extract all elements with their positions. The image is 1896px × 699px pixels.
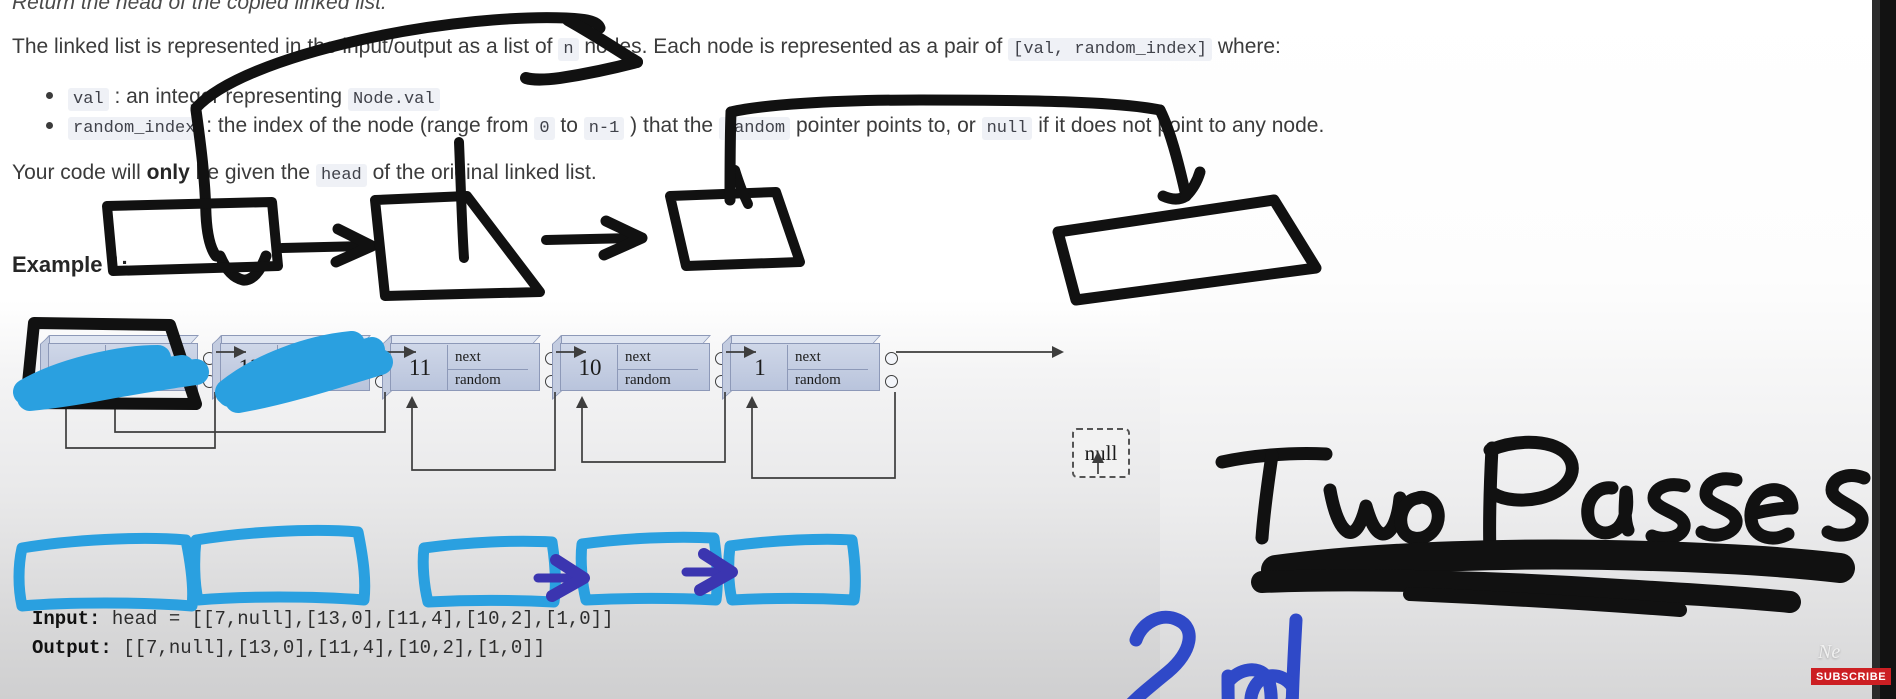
handwritten-2nd: [1126, 610, 1303, 699]
frame-right-edge: [1880, 0, 1896, 699]
channel-signature-logo: Ne: [1818, 641, 1841, 663]
video-frame: Return the head of the copied linked lis…: [0, 0, 1896, 699]
subscribe-button[interactable]: SUBSCRIBE: [1811, 668, 1892, 685]
navy-ink-annotation-layer: [533, 548, 1303, 699]
